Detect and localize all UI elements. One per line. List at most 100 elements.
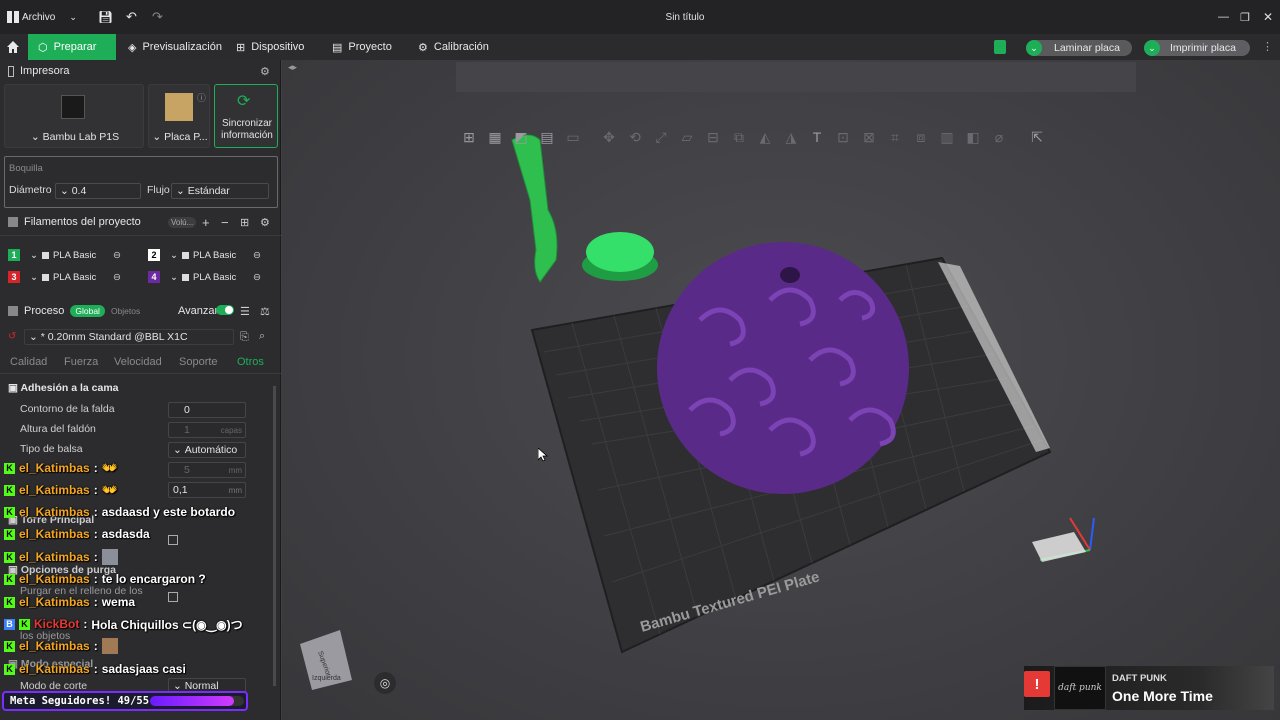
chevron-down-icon: ⌄ [30, 249, 38, 261]
raft-type-select[interactable]: ⌄ Automático [168, 442, 246, 458]
tab-preparar[interactable]: ⬡ Preparar [28, 34, 116, 60]
filament-slot-2[interactable]: 2 ⌄ PLA Basic ⊖ [148, 247, 261, 263]
seam-icon[interactable]: ◧ [960, 126, 986, 148]
skirt-height-input[interactable]: 1 capas [168, 422, 246, 438]
tab-velocidad[interactable]: Velocidad [114, 356, 162, 368]
filaments-header: Filamentos del proyecto Volú... + − ⊞ ⚙ [0, 211, 281, 233]
minimize-icon[interactable]: — [1218, 0, 1229, 34]
add-object-icon[interactable]: ⊞ [456, 126, 482, 148]
tab-calidad[interactable]: Calidad [10, 356, 47, 368]
info-icon[interactable]: ⓘ [197, 91, 206, 104]
layer-icon[interactable]: ⧈ [908, 126, 934, 148]
print-plate-button[interactable]: ⌄ Imprimir placa [1144, 40, 1250, 56]
move-icon[interactable]: ✥ [596, 126, 622, 148]
remove-circle-icon[interactable]: ⊖ [113, 250, 121, 261]
search-icon[interactable]: ⌕ [259, 330, 265, 343]
cut-icon[interactable]: ⊟ [700, 126, 726, 148]
file-menu[interactable]: Archivo ⌄ [22, 0, 77, 34]
viewport-toolbar: ⊞ ▦ ◩ ▤ ▭ ✥ ⟲ ⤢ ▱ ⊟ ⧉ ◭ ◮ T ⊡ ⊠ ⌗ ⧈ ▥ ◧ … [456, 124, 1050, 150]
volume-button[interactable]: Volú... [168, 216, 197, 228]
plate-card[interactable]: ⓘ ⌄ Placa P... [148, 84, 210, 148]
skirt-loops-input[interactable]: 0 [168, 402, 246, 418]
undo-icon[interactable]: ↶ [126, 0, 137, 34]
objects-toggle[interactable]: Objetos [111, 306, 140, 316]
raft-offset-input[interactable]: 0,1 mm [168, 482, 246, 498]
app-logo[interactable] [6, 0, 20, 34]
emote-image [101, 638, 118, 654]
slice-label: Laminar placa [1054, 42, 1120, 54]
camera-view-button[interactable]: ◎ [374, 672, 396, 694]
arrange-icon[interactable]: ▤ [534, 126, 560, 148]
tab-fuerza[interactable]: Fuerza [64, 356, 98, 368]
mesh-boolean-icon[interactable]: ⧉ [726, 126, 752, 148]
variable-height-icon[interactable]: ▥ [934, 126, 960, 148]
tab-proyecto[interactable]: ▤ Proyecto [322, 34, 402, 60]
process-preset-select[interactable]: ⌄ * 0.20mm Standard @BBL X1C [24, 329, 234, 345]
collapse-toolbar-icon[interactable]: ⇱ [1024, 126, 1050, 148]
raft-gap-input[interactable]: 5 mm [168, 462, 246, 478]
chevron-down-icon: ⌄ [152, 131, 165, 143]
plate-icon[interactable] [994, 40, 1006, 54]
green-model-disc[interactable] [586, 232, 654, 272]
lay-on-face-icon[interactable]: ▱ [674, 126, 700, 148]
remove-icon[interactable]: − [221, 215, 229, 230]
support-paint-icon[interactable]: ◭ [752, 126, 778, 148]
orient-icon[interactable]: ◩ [508, 126, 534, 148]
global-toggle[interactable]: Global [70, 305, 105, 317]
skirt-height-label: Altura del faldón [20, 423, 96, 435]
filament-slot-3[interactable]: 3 ⌄ PLA Basic ⊖ [8, 269, 121, 285]
close-icon[interactable]: ✕ [1263, 0, 1273, 34]
text-icon[interactable]: T [804, 126, 830, 148]
redo-icon[interactable]: ↷ [152, 0, 163, 34]
prime-tower-checkbox[interactable] [168, 535, 178, 545]
flow-select[interactable]: ⌄ Estándar [171, 183, 269, 199]
restore-icon[interactable]: ❐ [1240, 0, 1250, 34]
rotate-icon[interactable]: ⟲ [622, 126, 648, 148]
add-plate-icon[interactable]: ▦ [482, 126, 508, 148]
save-preset-icon[interactable]: ⎘ [240, 331, 249, 344]
printer-card[interactable]: ⌄ Bambu Lab P1S [4, 84, 144, 148]
measure-icon[interactable]: ⊠ [856, 126, 882, 148]
purge-infill-checkbox[interactable] [168, 592, 178, 602]
remove-circle-icon[interactable]: ⊖ [253, 272, 261, 283]
project-icon: ▤ [332, 41, 343, 54]
diameter-select[interactable]: ⌄ 0.4 [55, 183, 141, 199]
compare-icon[interactable]: ⚖ [260, 305, 270, 318]
goal-text: Meta Seguidores! 49/55 [10, 695, 150, 707]
tab-calibracion[interactable]: ⚙ Calibración [408, 34, 499, 60]
remove-circle-icon[interactable]: ⊖ [253, 250, 261, 261]
bed-adhesion-group: ▣ Adhesión a la cama [8, 382, 119, 394]
brim-icon[interactable]: ⌀ [986, 126, 1012, 148]
scrollbar[interactable] [273, 386, 276, 686]
color-paint-icon[interactable]: ◮ [778, 126, 804, 148]
filament-slot-4[interactable]: 4 ⌄ PLA Basic ⊖ [148, 269, 261, 285]
slice-plate-button[interactable]: ⌄ Laminar placa [1026, 40, 1132, 56]
tab-label: Previsualización [142, 41, 222, 53]
save-icon[interactable]: 💾︎ [98, 0, 113, 34]
chat-user: el_Katimbas [19, 662, 90, 676]
settings-gear-icon[interactable]: ⚙ [260, 216, 270, 229]
reset-icon[interactable]: ↺ [8, 331, 16, 342]
filament-slot-1[interactable]: 1 ⌄ PLA Basic ⊖ [8, 247, 121, 263]
list-icon[interactable]: ☰ [240, 305, 250, 318]
split-icon[interactable]: ▭ [560, 126, 586, 148]
tab-soporte[interactable]: Soporte [179, 356, 218, 368]
scale-icon[interactable]: ⤢ [648, 126, 674, 148]
sync-info-button[interactable]: ⟳ Sincronizar información [214, 84, 278, 148]
add-icon[interactable]: + [202, 215, 210, 230]
goal-progress-fill [150, 696, 234, 706]
tab-dispositivo[interactable]: ⊞ Dispositivo [226, 34, 314, 60]
3d-viewport[interactable]: ◂▸ Bambu Textured PEI Plate Izquierda Su… [282, 60, 1280, 720]
sync-filament-icon[interactable]: ⊞ [240, 216, 249, 229]
tab-previsualizacion[interactable]: ◈ Previsualización [118, 34, 232, 60]
explode-icon[interactable]: ⌗ [882, 126, 908, 148]
remove-circle-icon[interactable]: ⊖ [113, 272, 121, 283]
advanced-toggle[interactable] [216, 305, 234, 315]
home-button[interactable] [0, 34, 28, 60]
green-model-arm[interactable] [511, 134, 558, 283]
settings-gear-icon[interactable]: ⚙ [260, 65, 270, 78]
assembly-icon[interactable]: ⊡ [830, 126, 856, 148]
chevron-down-icon: ⌄ [69, 11, 77, 22]
tab-otros[interactable]: Otros [237, 356, 264, 368]
more-options-icon[interactable]: ⋮ [1262, 40, 1273, 53]
